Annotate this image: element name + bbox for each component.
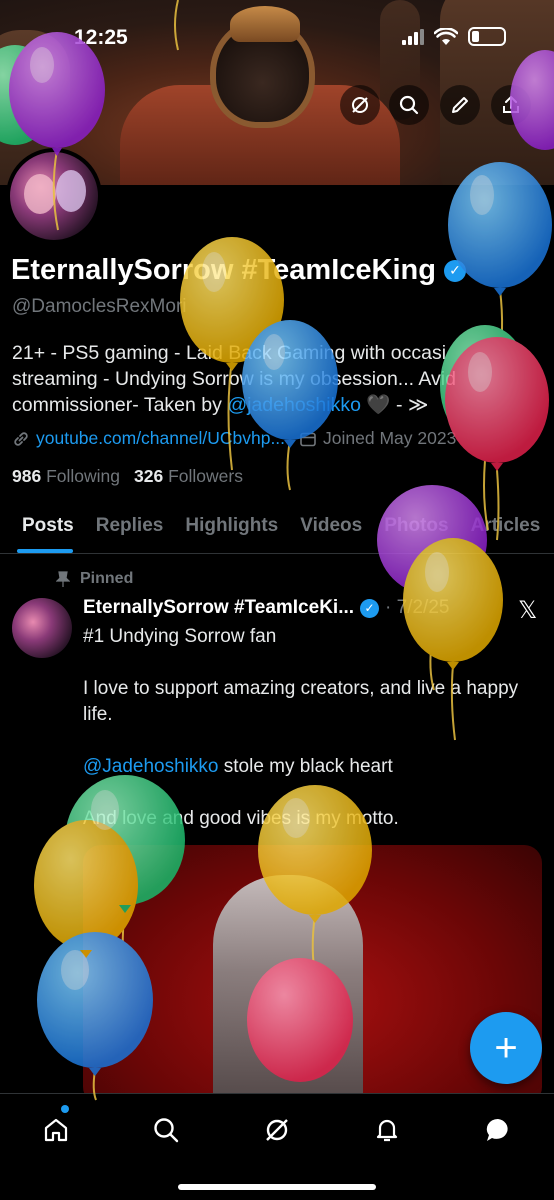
home-icon [44, 1118, 68, 1142]
edit-icon [452, 97, 468, 113]
edit-button[interactable] [440, 85, 480, 125]
display-name: EternallySorrow #TeamIceKing [11, 254, 436, 286]
tab-replies[interactable]: Replies [85, 500, 175, 553]
post-author[interactable]: EternallySorrow #TeamIceKi... [83, 597, 354, 619]
bio-line-2: streaming - Undying Sorrow is my obsessi… [12, 368, 456, 390]
post-line-1: #1 Undying Sorrow fan [83, 626, 277, 647]
tab-videos[interactable]: Videos [289, 500, 373, 553]
wifi-icon [434, 27, 458, 45]
grok-nav-icon [266, 1119, 288, 1141]
verified-badge-icon[interactable]: ✓ [443, 259, 466, 282]
nav-grok[interactable] [257, 1110, 297, 1150]
home-indicator [178, 1184, 376, 1190]
bio-line-3: commissioner- Taken by [12, 394, 228, 416]
profile-bio: 21+ - PS5 gaming - Laid Back Gaming with… [12, 340, 552, 418]
grok-button[interactable] [340, 85, 380, 125]
nav-notifications[interactable] [367, 1110, 407, 1150]
bio-tail: 🖤 - ≫ [360, 394, 429, 416]
home-notification-dot [61, 1105, 69, 1113]
joined-date: Joined May 2023 [323, 428, 457, 448]
profile-handle: @DamoclesRexMori [12, 296, 187, 317]
share-icon [503, 95, 519, 113]
bottom-navigation [0, 1093, 554, 1200]
link-icon [14, 431, 28, 446]
post-body: #1 Undying Sorrow fan I love to support … [83, 624, 538, 858]
bio-mention-link[interactable]: @jadehoshikko [227, 394, 361, 416]
search-button[interactable] [389, 85, 429, 125]
post-mention-link[interactable]: @Jadehoshikko [83, 756, 218, 777]
share-button[interactable] [491, 85, 531, 125]
pinned-label: Pinned [56, 570, 133, 588]
notifications-icon [376, 1119, 398, 1142]
profile-avatar[interactable] [6, 148, 102, 244]
profile-meta: youtube.com/channel/UCbvhp... Joined May… [12, 428, 456, 449]
messages-icon [486, 1118, 508, 1141]
tab-articles[interactable]: Articles [460, 500, 552, 553]
post-header: EternallySorrow #TeamIceKi... ✓ · 7/2/25 [83, 597, 449, 619]
nav-messages[interactable] [478, 1110, 518, 1150]
grok-icon [352, 97, 368, 113]
post-line-2: I love to support amazing creators, and … [83, 678, 519, 725]
signal-icon [402, 28, 424, 45]
nav-home[interactable] [36, 1110, 76, 1150]
compose-button[interactable]: + [470, 1012, 542, 1084]
following-link[interactable]: 986 Following [12, 466, 120, 487]
search-icon [399, 95, 419, 115]
status-bar: 12:25 [0, 0, 554, 70]
post-avatar[interactable] [12, 598, 72, 658]
calendar-icon [300, 432, 316, 446]
nav-explore[interactable] [146, 1110, 186, 1150]
post-date[interactable]: · 7/2/25 [385, 597, 449, 619]
explore-icon [154, 1118, 179, 1143]
battery-icon [468, 27, 506, 46]
pin-icon [56, 571, 70, 587]
profile-website-link[interactable]: youtube.com/channel/UCbvhp... [36, 428, 285, 449]
followers-link[interactable]: 326 Followers [134, 466, 243, 487]
profile-name: EternallySorrow #TeamIceKing ✓ [11, 254, 466, 287]
post-line-4: And love and good vibes is my motto. [83, 808, 399, 829]
x-logo-icon: 𝕏 [518, 597, 538, 624]
profile-tabs: Posts Replies Highlights Videos Photos A… [0, 500, 554, 554]
follow-counts: 986 Following 326 Followers [12, 466, 243, 487]
tab-photos[interactable]: Photos [373, 500, 459, 553]
post-media-image[interactable] [83, 845, 542, 1105]
bio-line-1: 21+ - PS5 gaming - Laid Back Gaming with… [12, 342, 447, 364]
status-time: 12:25 [74, 26, 128, 49]
tab-highlights[interactable]: Highlights [174, 500, 289, 553]
post-verified-icon: ✓ [360, 598, 380, 618]
tab-posts[interactable]: Posts [0, 500, 85, 553]
